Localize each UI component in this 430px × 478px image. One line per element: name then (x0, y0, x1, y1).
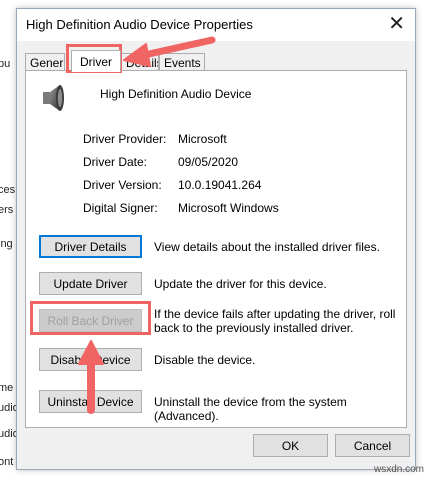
properties-dialog: High Definition Audio Device Properties … (16, 8, 416, 470)
background-text: me (0, 382, 14, 394)
ok-button[interactable]: OK (253, 434, 328, 457)
speaker-icon (43, 85, 64, 111)
driver-details-description: View details about the installed driver … (154, 240, 380, 254)
roll-back-driver-description: If the device fails after updating the d… (154, 307, 396, 335)
device-name: High Definition Audio Device (100, 87, 252, 101)
tab-general[interactable]: General (25, 53, 65, 71)
driver-date-label: Driver Date: (83, 155, 148, 169)
background-text: ers (0, 204, 14, 216)
watermark: wsxdn.com (373, 464, 424, 475)
cancel-button[interactable]: Cancel (335, 434, 410, 457)
background-text: pu (0, 58, 11, 70)
background-text: ces (0, 184, 16, 196)
driver-date-value: 09/05/2020 (178, 155, 239, 169)
uninstall-device-button[interactable]: Uninstall Device (39, 390, 142, 413)
disable-device-button[interactable]: Disable Device (39, 348, 142, 371)
driver-version-label: Driver Version: (83, 178, 162, 192)
close-icon[interactable]: ✕ (388, 13, 405, 35)
driver-details-button[interactable]: Driver Details (39, 235, 142, 258)
digital-signer-value: Microsoft Windows (178, 201, 279, 215)
tab-events[interactable]: Events (159, 53, 205, 71)
disable-device-description: Disable the device. (154, 353, 256, 367)
title-bar: High Definition Audio Device Properties … (17, 9, 415, 41)
driver-provider-value: Microsoft (178, 132, 227, 146)
uninstall-device-description: Uninstall the device from the system (Ad… (154, 395, 347, 423)
background-text: ing (0, 238, 13, 250)
update-driver-button[interactable]: Update Driver (39, 272, 142, 295)
digital-signer-label: Digital Signer: (83, 201, 158, 215)
driver-provider-label: Driver Provider: (83, 132, 167, 146)
driver-version-value: 10.0.19041.264 (178, 178, 262, 192)
driver-tab-panel: High Definition Audio Device Driver Prov… (25, 70, 407, 428)
roll-back-driver-button[interactable]: Roll Back Driver (39, 309, 142, 332)
dialog-title: High Definition Audio Device Properties (26, 17, 253, 32)
tab-details[interactable]: Details (121, 53, 159, 71)
update-driver-description: Update the driver for this device. (154, 277, 327, 291)
tab-driver[interactable]: Driver (71, 50, 121, 72)
